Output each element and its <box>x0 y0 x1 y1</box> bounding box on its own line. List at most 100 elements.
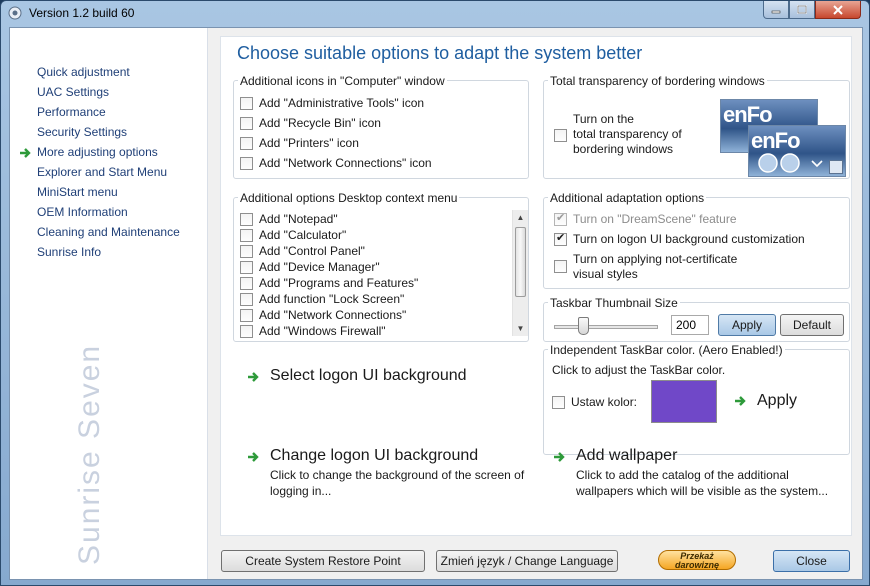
checkbox-box[interactable] <box>552 395 565 409</box>
transparency-preview-front: enFo <box>748 125 846 177</box>
scroll-down-icon[interactable]: ▼ <box>513 321 528 336</box>
sidebar-item-sunrise-info[interactable]: Sunrise Info <box>37 245 101 259</box>
window-title: Version 1.2 build 60 <box>29 6 135 20</box>
app-icon <box>8 6 22 20</box>
description-line: wallpapers which will be visible as the … <box>576 484 829 498</box>
checkbox-add-windows-firewall[interactable]: Add "Windows Firewall" <box>240 324 386 338</box>
sidebar: Quick adjustment UAC Settings Performanc… <box>10 28 208 579</box>
thumbnail-size-slider-handle[interactable] <box>578 317 590 335</box>
checkbox-printers[interactable]: Add "Printers" icon <box>240 136 359 150</box>
checkbox-box[interactable] <box>554 260 567 273</box>
checkbox-box[interactable] <box>240 292 253 306</box>
checkbox-box[interactable] <box>554 129 567 142</box>
sidebar-item-performance[interactable]: Performance <box>37 105 106 119</box>
group-title: Additional icons in "Computer" window <box>238 74 447 88</box>
checkbox-box[interactable] <box>554 211 567 226</box>
preview-glow-buttons-icon <box>758 153 823 173</box>
checkbox-label: Add "Administrative Tools" icon <box>259 96 425 110</box>
checkbox-box[interactable] <box>240 116 253 130</box>
taskbar-color-apply-link[interactable]: Apply <box>757 392 797 410</box>
change-language-button[interactable]: Zmień język / Change Language <box>436 550 618 572</box>
checkbox-box[interactable] <box>240 156 253 170</box>
checkbox-label-line: total transparency of <box>573 127 682 141</box>
checkbox-label-line: Turn on the <box>573 112 634 126</box>
checkbox-box[interactable] <box>240 212 253 226</box>
minimize-button[interactable] <box>763 1 789 19</box>
minimize-icon <box>771 10 781 13</box>
checkbox-label: Add "Notepad" <box>259 212 338 226</box>
thumbnail-size-slider-track[interactable] <box>554 325 658 329</box>
thumbnail-apply-button[interactable]: Apply <box>718 314 776 336</box>
description-line: Click to change the background of the sc… <box>270 468 525 482</box>
thumbnail-size-input[interactable] <box>671 315 709 335</box>
desktop-menu-group: Additional options Desktop context menu … <box>233 191 529 342</box>
sidebar-item-security-settings[interactable]: Security Settings <box>37 125 127 139</box>
checkbox-box[interactable] <box>240 324 253 338</box>
checkbox-box[interactable] <box>240 96 253 110</box>
sidebar-item-cleaning-maintenance[interactable]: Cleaning and Maintenance <box>37 225 180 239</box>
sidebar-item-ministart-menu[interactable]: MiniStart menu <box>37 185 118 199</box>
checkbox-set-color[interactable]: Ustaw kolor: <box>552 395 637 409</box>
checkbox-dreamscene[interactable]: Turn on "DreamScene" feature <box>554 211 737 226</box>
change-logon-background-link[interactable]: Change logon UI background <box>270 447 478 465</box>
checkbox-label-line: bordering windows <box>573 142 674 156</box>
select-logon-arrow-icon <box>248 372 259 382</box>
checkbox-network-connections[interactable]: Add "Network Connections" icon <box>240 156 432 170</box>
checkbox-label-line: visual styles <box>573 267 638 281</box>
title-bar[interactable]: Version 1.2 build 60 <box>1 1 869 25</box>
checkbox-add-network-connections[interactable]: Add "Network Connections" <box>240 308 406 322</box>
sidebar-item-quick-adjustment[interactable]: Quick adjustment <box>37 65 130 79</box>
checkbox-label: Add "Control Panel" <box>259 244 365 258</box>
checkbox-label: Turn on "DreamScene" feature <box>573 212 737 226</box>
checkbox-label: Turn on logon UI background customizatio… <box>573 232 805 246</box>
maximize-button[interactable] <box>789 1 815 19</box>
description-line: Click to add the catalog of the addition… <box>576 468 789 482</box>
sidebar-item-oem-information[interactable]: OEM Information <box>37 205 128 219</box>
preview-label: enFo <box>751 128 801 153</box>
close-window-button[interactable] <box>815 1 861 19</box>
group-title: Taskbar Thumbnail Size <box>548 296 680 310</box>
thumbnail-default-button[interactable]: Default <box>780 314 844 336</box>
checkbox-label: Add "Recycle Bin" icon <box>259 116 381 130</box>
checkbox-box[interactable] <box>554 231 567 246</box>
checkbox-box[interactable] <box>240 260 253 274</box>
scrollbar-thumb[interactable] <box>515 227 526 297</box>
donate-button[interactable]: Przekaż darowiznę <box>658 550 736 570</box>
checkbox-add-notepad[interactable]: Add "Notepad" <box>240 212 338 226</box>
checkbox-non-certificate-styles[interactable]: Turn on applying not-certificate visual … <box>554 252 737 282</box>
add-wallpaper-link[interactable]: Add wallpaper <box>576 447 677 465</box>
checkbox-box[interactable] <box>240 228 253 242</box>
close-icon <box>833 4 843 15</box>
select-logon-background-link[interactable]: Select logon UI background <box>270 367 467 385</box>
sidebar-item-explorer-start-menu[interactable]: Explorer and Start Menu <box>37 165 167 179</box>
sidebar-item-more-adjusting-options[interactable]: More adjusting options <box>37 145 158 159</box>
group-title: Independent TaskBar color. (Aero Enabled… <box>548 343 785 357</box>
checkbox-logon-ui-customization[interactable]: Turn on logon UI background customizatio… <box>554 231 805 246</box>
checkbox-add-programs-features[interactable]: Add "Programs and Features" <box>240 276 418 290</box>
checkbox-add-calculator[interactable]: Add "Calculator" <box>240 228 346 242</box>
computer-icons-group: Additional icons in "Computer" window Ad… <box>233 74 529 179</box>
adaptation-group: Additional adaptation options Turn on "D… <box>543 191 850 289</box>
scroll-up-icon[interactable]: ▲ <box>513 210 528 225</box>
sidebar-item-uac-settings[interactable]: UAC Settings <box>37 85 109 99</box>
checkbox-add-lock-screen[interactable]: Add function "Lock Screen" <box>240 292 404 306</box>
checkbox-admin-tools[interactable]: Add "Administrative Tools" icon <box>240 96 424 110</box>
add-wallpaper-arrow-icon <box>554 452 565 462</box>
checkbox-add-control-panel[interactable]: Add "Control Panel" <box>240 244 365 258</box>
checkbox-add-device-manager[interactable]: Add "Device Manager" <box>240 260 380 274</box>
desktop-menu-scrollbar[interactable]: ▲ ▼ <box>512 210 528 336</box>
close-button[interactable]: Close <box>773 550 850 572</box>
checkbox-recycle-bin[interactable]: Add "Recycle Bin" icon <box>240 116 381 130</box>
checkbox-total-transparency[interactable]: Turn on the total transparency of border… <box>554 112 682 157</box>
checkbox-box[interactable] <box>240 276 253 290</box>
app-window: Version 1.2 build 60 Quick adjustment UA… <box>0 0 870 586</box>
group-title: Total transparency of bordering windows <box>548 74 767 88</box>
create-restore-point-button[interactable]: Create System Restore Point <box>221 550 425 572</box>
checkbox-box[interactable] <box>240 244 253 258</box>
apply-arrow-icon <box>735 396 746 406</box>
checkbox-box[interactable] <box>240 136 253 150</box>
checkbox-box[interactable] <box>240 308 253 322</box>
desktop-menu-list[interactable]: Add "Notepad" Add "Calculator" Add "Cont… <box>234 198 528 341</box>
taskbar-color-swatch[interactable] <box>651 380 717 423</box>
brand-watermark: Sunrise Seven <box>73 343 106 565</box>
